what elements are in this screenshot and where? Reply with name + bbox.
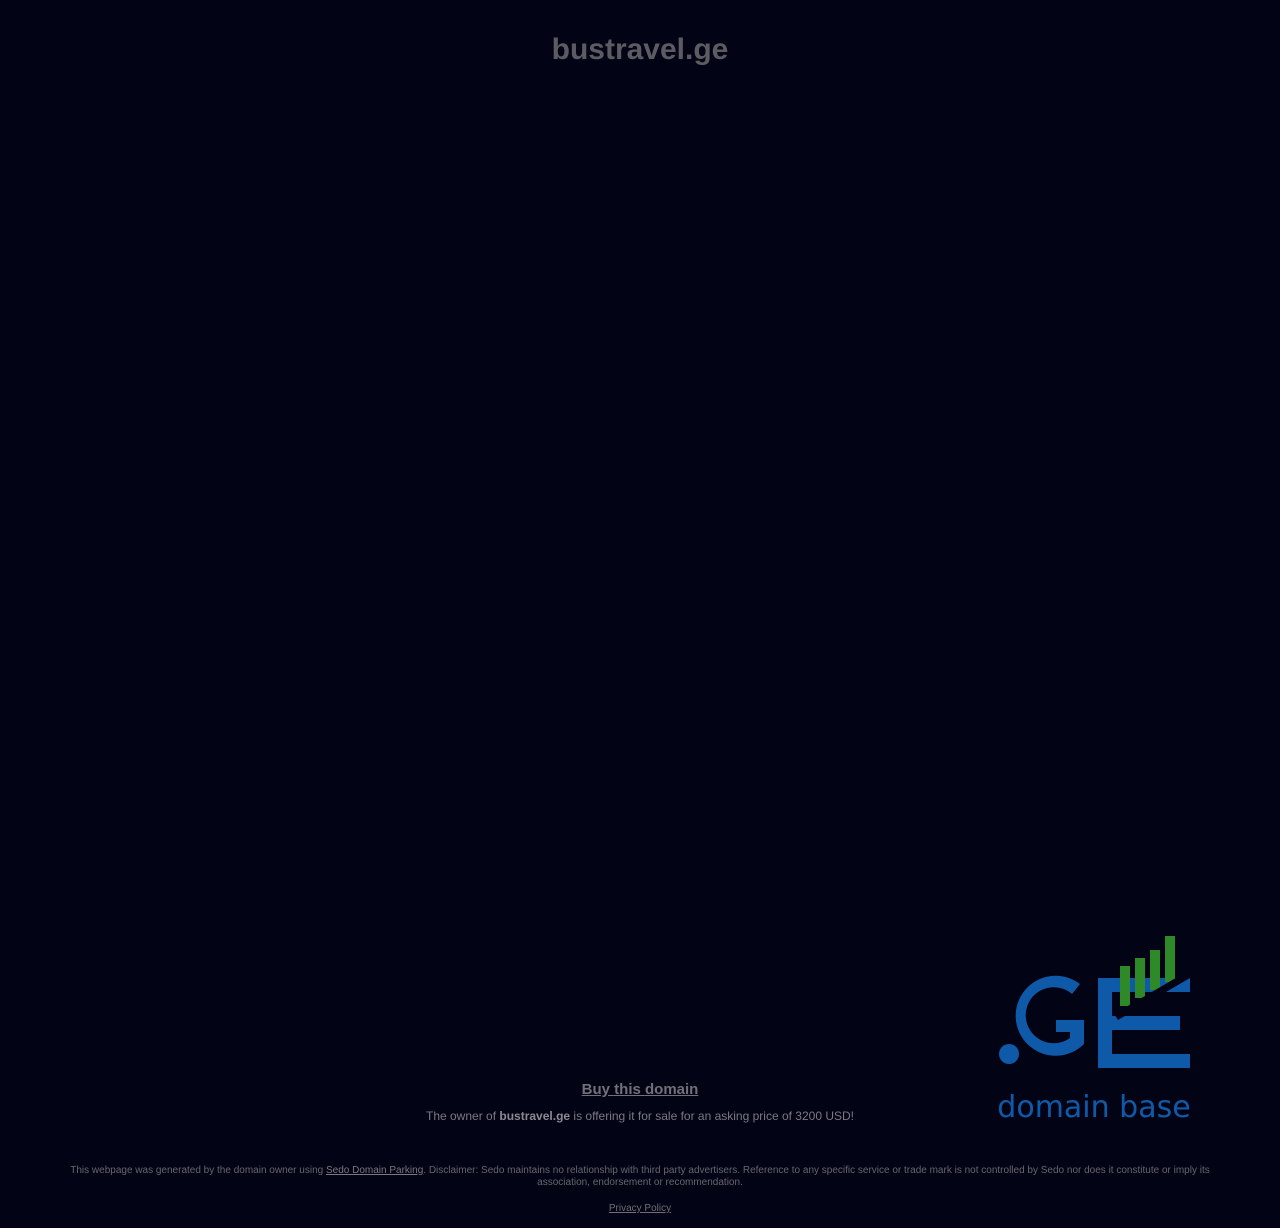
sedo-parking-link[interactable]: Sedo Domain Parking: [326, 1165, 423, 1176]
page-title: bustravel.ge: [551, 33, 729, 66]
offer-domain: bustravel.ge: [499, 1109, 571, 1123]
privacy-section: Privacy Policy: [0, 1203, 1280, 1215]
offer-prefix: The owner of: [426, 1109, 500, 1123]
privacy-policy-link[interactable]: Privacy Policy: [609, 1203, 671, 1214]
footer-disclaimer: This webpage was generated by the domain…: [60, 1165, 1220, 1189]
logo-letter-g: [1015, 975, 1084, 1056]
buy-domain-link[interactable]: Buy this domain: [582, 1081, 699, 1098]
sale-offer-text: The owner of bustravel.ge is offering it…: [0, 1108, 1280, 1124]
disclaimer-suffix: . Disclaimer: Sedo maintains no relation…: [423, 1165, 1210, 1188]
offer-suffix: is offering it for sale for an asking pr…: [570, 1109, 854, 1123]
disclaimer-prefix: This webpage was generated by the domain…: [70, 1165, 326, 1176]
logo-dot: [999, 1044, 1019, 1064]
buy-section: Buy this domain: [0, 1080, 1280, 1100]
